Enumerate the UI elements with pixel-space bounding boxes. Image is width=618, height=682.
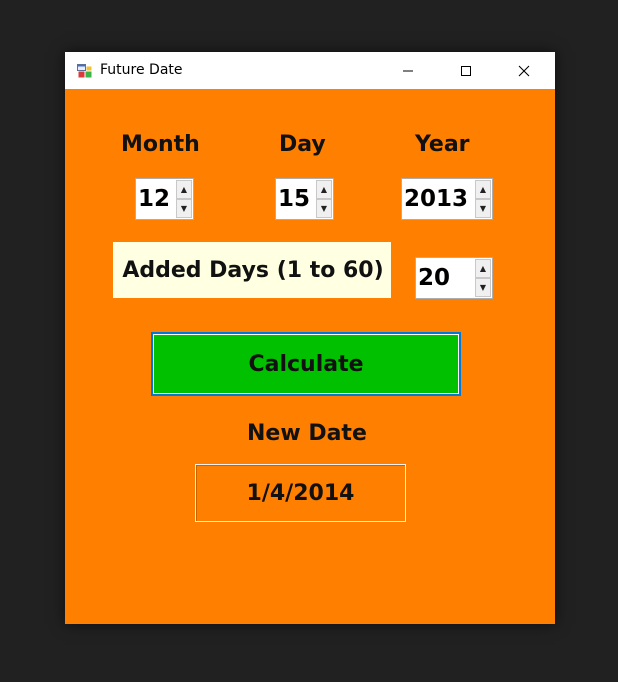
maximize-button[interactable]	[437, 52, 495, 89]
day-up-arrow-icon[interactable]: ▲	[316, 180, 332, 199]
month-spinner[interactable]: 12 ▲ ▼	[135, 178, 194, 220]
app-window: Future Date Month Day Year 12 ▲ ▼ 15 ▲ ▼…	[65, 52, 555, 624]
year-up-arrow-icon[interactable]: ▲	[475, 180, 491, 199]
day-spin-buttons: ▲ ▼	[316, 180, 332, 218]
close-icon	[518, 65, 530, 77]
added-days-spinner[interactable]: 20 ▲ ▼	[415, 257, 493, 299]
year-spinner[interactable]: 2013 ▲ ▼	[401, 178, 493, 220]
calculate-button[interactable]: Calculate	[151, 332, 461, 396]
window-title: Future Date	[100, 62, 183, 78]
year-value[interactable]: 2013	[404, 179, 474, 219]
added-days-spin-buttons: ▲ ▼	[475, 259, 491, 297]
app-form-icon	[77, 63, 93, 79]
year-down-arrow-icon[interactable]: ▼	[475, 199, 491, 218]
year-spin-buttons: ▲ ▼	[475, 180, 491, 218]
added-days-down-arrow-icon[interactable]: ▼	[475, 278, 491, 297]
month-value[interactable]: 12	[138, 179, 175, 219]
close-button[interactable]	[495, 52, 553, 89]
month-up-arrow-icon[interactable]: ▲	[176, 180, 192, 199]
added-days-label: Added Days (1 to 60)	[113, 242, 391, 298]
day-label: Day	[279, 132, 326, 157]
month-label: Month	[121, 132, 200, 157]
day-spinner[interactable]: 15 ▲ ▼	[275, 178, 334, 220]
month-down-arrow-icon[interactable]: ▼	[176, 199, 192, 218]
added-days-value[interactable]: 20	[418, 258, 474, 298]
month-spin-buttons: ▲ ▼	[176, 180, 192, 218]
day-down-arrow-icon[interactable]: ▼	[316, 199, 332, 218]
day-value[interactable]: 15	[278, 179, 315, 219]
minimize-button[interactable]	[379, 52, 437, 89]
title-bar[interactable]: Future Date	[65, 52, 555, 89]
minimize-icon	[403, 70, 413, 72]
year-label: Year	[415, 132, 470, 157]
new-date-result: 1/4/2014	[195, 464, 406, 522]
added-days-up-arrow-icon[interactable]: ▲	[475, 259, 491, 278]
new-date-label: New Date	[247, 421, 367, 446]
maximize-icon	[461, 66, 471, 76]
